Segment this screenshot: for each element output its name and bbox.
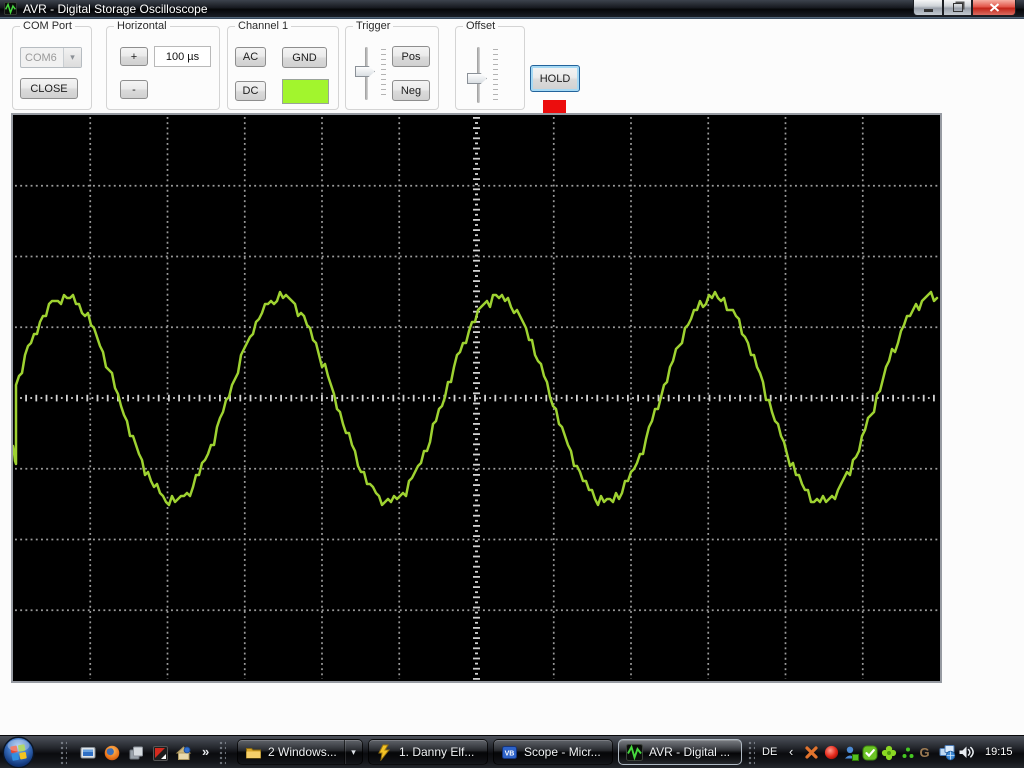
task-button-media[interactable]: 1. Danny Elf... <box>368 739 488 765</box>
trigger-pos-button[interactable]: Pos <box>392 46 430 67</box>
security-check-icon[interactable] <box>861 744 878 761</box>
minimize-button[interactable] <box>913 0 943 16</box>
gnd-coupling-button[interactable]: GND <box>282 47 327 68</box>
offset-slider[interactable] <box>464 47 500 105</box>
start-button[interactable] <box>2 736 35 768</box>
task-button-avr-scope-active[interactable]: AVR - Digital ... <box>618 739 742 765</box>
task-label: Scope - Micr... <box>524 745 601 759</box>
offset-slider-thumb[interactable] <box>467 73 487 84</box>
language-indicator[interactable]: DE <box>762 746 777 758</box>
media-icon <box>378 744 391 761</box>
hold-button[interactable]: HOLD <box>530 65 580 92</box>
group-dropdown-arrow[interactable]: ▾ <box>344 740 362 764</box>
window-title: AVR - Digital Storage Oscilloscope <box>23 1 208 16</box>
clock[interactable]: 19:15 <box>985 746 1013 758</box>
com-port-value: COM6 <box>25 51 57 64</box>
timebase-field[interactable]: 100 µs <box>154 46 211 67</box>
green-dots-icon[interactable] <box>899 744 916 761</box>
vb-icon: VB <box>502 745 517 759</box>
window-switcher-icon[interactable] <box>126 743 146 763</box>
folder-icon <box>246 747 261 758</box>
trigger-slider-thumb[interactable] <box>355 66 375 77</box>
taskband-grip[interactable] <box>219 741 226 765</box>
task-button-vb-scope[interactable]: VB Scope - Micr... <box>493 739 613 765</box>
close-port-button[interactable]: CLOSE <box>20 78 78 99</box>
restore-button[interactable] <box>943 0 972 16</box>
restore-icon <box>952 3 963 12</box>
scope-display <box>11 113 942 683</box>
task-label: AVR - Digital ... <box>649 745 731 759</box>
dc-coupling-button[interactable]: DC <box>235 81 266 101</box>
ac-coupling-button[interactable]: AC <box>235 47 266 67</box>
svg-text:VB: VB <box>505 750 515 757</box>
com-port-label: COM Port <box>20 20 75 32</box>
app-waveform-icon <box>4 2 17 15</box>
green-flower-icon[interactable] <box>880 744 897 761</box>
window-controls <box>913 0 1016 16</box>
offset-group: Offset <box>455 20 525 110</box>
close-window-button[interactable] <box>972 0 1016 16</box>
timebase-minus-button[interactable]: - <box>120 80 148 99</box>
trigger-slider-ticks <box>381 49 386 99</box>
chevron-down-icon: ▾ <box>63 48 81 67</box>
show-desktop-icon[interactable] <box>78 743 98 763</box>
messenger-contact-icon[interactable] <box>842 744 859 761</box>
horizontal-label: Horizontal <box>114 20 170 32</box>
com-port-group: COM Port COM6 ▾ CLOSE <box>12 20 92 110</box>
quicklaunch-more-button[interactable]: » <box>202 744 209 759</box>
taskbar: » 2 Windows... ▾ 1. Danny Elf... VB Scop… <box>0 735 1024 768</box>
orange-x-icon[interactable] <box>803 744 820 761</box>
red-ball-icon[interactable] <box>823 744 840 761</box>
g-letter-icon[interactable]: G <box>916 744 933 761</box>
trigger-label: Trigger <box>353 20 394 32</box>
timebase-plus-button[interactable]: + <box>120 47 148 66</box>
horizontal-group: Horizontal + 100 µs - <box>106 20 220 110</box>
trigger-level-slider[interactable] <box>352 47 388 102</box>
trigger-neg-button[interactable]: Neg <box>392 80 430 101</box>
toolbar: COM Port COM6 ▾ CLOSE Horizontal + 100 µ… <box>0 19 1024 122</box>
offset-slider-ticks <box>493 49 498 102</box>
quicklaunch-grip[interactable] <box>60 741 67 765</box>
title-bar[interactable]: AVR - Digital Storage Oscilloscope <box>0 0 1024 17</box>
home-app-icon[interactable] <box>174 743 194 763</box>
tray-expand-chevron[interactable]: ‹ <box>789 744 793 759</box>
channel1-label: Channel 1 <box>235 20 292 32</box>
close-icon <box>989 3 999 12</box>
task-button-windows-group[interactable]: 2 Windows... ▾ <box>237 739 363 765</box>
offset-label: Offset <box>463 20 499 32</box>
task-label: 2 Windows... <box>268 745 337 759</box>
red-app-icon[interactable] <box>150 743 170 763</box>
network-icon[interactable] <box>939 744 956 761</box>
volume-icon[interactable] <box>958 744 975 761</box>
scope-canvas <box>11 115 940 681</box>
channel1-group: Channel 1 AC GND DC <box>227 20 339 110</box>
scope-icon <box>626 743 643 761</box>
minimize-icon <box>923 8 933 12</box>
task-label: 1. Danny Elf... <box>399 745 475 759</box>
trigger-group: Trigger Pos Neg <box>345 20 439 110</box>
desktop: AVR - Digital Storage Oscilloscope COM P… <box>0 0 1024 768</box>
com-port-select[interactable]: COM6 ▾ <box>20 47 82 68</box>
firefox-icon[interactable] <box>102 743 122 763</box>
channel1-color-swatch[interactable] <box>282 79 329 104</box>
tray-grip[interactable] <box>748 741 755 765</box>
